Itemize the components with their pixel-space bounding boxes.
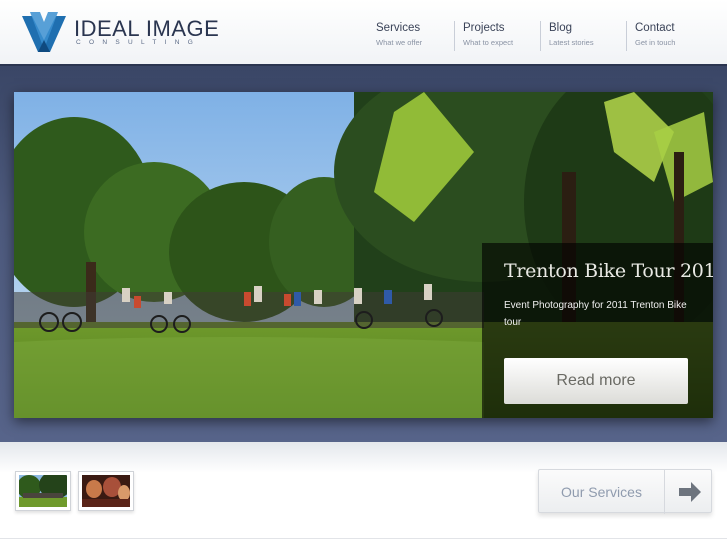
nav-item-services[interactable]: Services What we offer: [368, 21, 454, 51]
nav-item-contact[interactable]: Contact Get in touch: [626, 21, 712, 51]
our-services-button[interactable]: Our Services: [538, 469, 712, 514]
nav-item-subtitle: Get in touch: [635, 38, 676, 47]
banner: Trenton Bike Tour 2011! Event Photograph…: [0, 64, 727, 442]
nav-item-title: Contact: [635, 22, 675, 34]
caption-title: Trenton Bike Tour 2011!: [504, 260, 713, 282]
main-nav: Services What we offer Projects What to …: [368, 21, 712, 51]
slide[interactable]: Trenton Bike Tour 2011! Event Photograph…: [14, 92, 713, 418]
slide-thumbnail[interactable]: [78, 471, 134, 511]
lower-strip: Our Services: [0, 442, 727, 545]
thumbnail-park-image: [19, 475, 67, 507]
logo-tagline: CONSULTING: [76, 39, 202, 46]
nav-item-title: Projects: [463, 22, 505, 34]
divider: [0, 538, 727, 539]
nav-item-blog[interactable]: Blog Latest stories: [540, 21, 626, 51]
nav-item-title: Services: [376, 22, 421, 34]
nav-item-subtitle: What we offer: [376, 38, 423, 47]
read-more-button[interactable]: Read more: [504, 358, 688, 404]
slide-thumbnail[interactable]: [15, 471, 71, 511]
arrow-right-icon: [664, 470, 712, 514]
nav-item-title: Blog: [549, 22, 573, 34]
caption-text: Event Photography for 2011 Trenton Bike …: [504, 300, 687, 328]
slide-caption: Trenton Bike Tour 2011! Event Photograph…: [482, 243, 713, 418]
logo[interactable]: IDEAL IMAGE CONSULTING: [20, 10, 220, 54]
nav-item-subtitle: What to expect: [463, 38, 514, 47]
nav-item-projects[interactable]: Projects What to expect: [454, 21, 540, 51]
logo-mark-icon: [22, 12, 66, 52]
thumbnail-event-image: [82, 475, 130, 507]
nav-item-subtitle: Latest stories: [549, 38, 594, 47]
our-services-label: Our Services: [561, 484, 642, 500]
site-header: IDEAL IMAGE CONSULTING Services What we …: [0, 0, 727, 64]
